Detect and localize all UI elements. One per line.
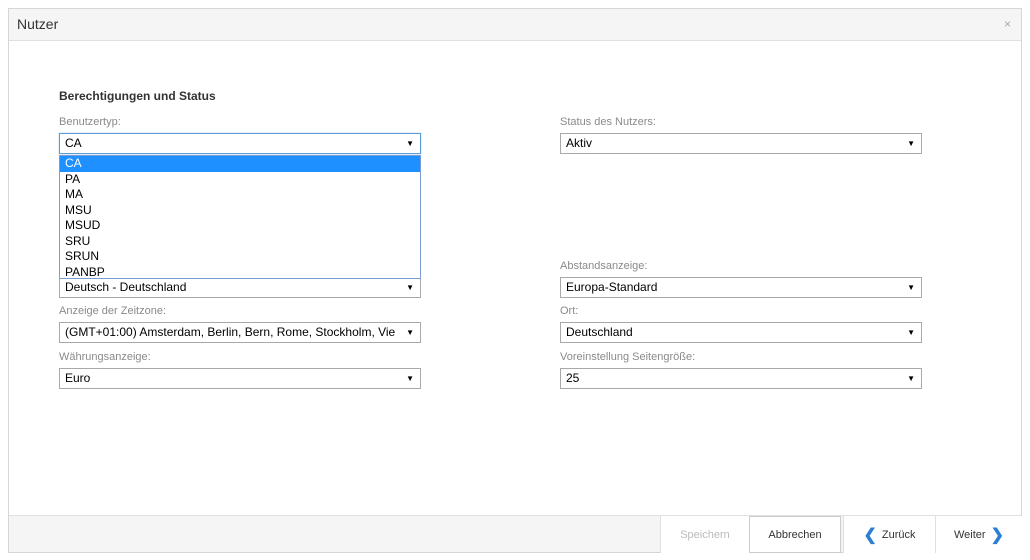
abstand-label: Abstandsanzeige: <box>560 260 648 272</box>
dropdown-option[interactable]: SRUN <box>60 249 420 265</box>
sprache-value: Deutsch - Deutschland <box>65 280 187 294</box>
dropdown-option[interactable]: PANBP <box>60 265 420 281</box>
zeitzone-select[interactable]: (GMT+01:00) Amsterdam, Berlin, Bern, Rom… <box>59 322 421 343</box>
zeitzone-label: Anzeige der Zeitzone: <box>59 305 167 317</box>
dropdown-arrow-icon: ▼ <box>406 374 414 383</box>
benutzertyp-select[interactable]: CA ▼ <box>59 133 421 154</box>
dropdown-arrow-icon: ▼ <box>406 328 414 337</box>
next-button[interactable]: Weiter ❯ <box>935 516 1022 553</box>
dropdown-option[interactable]: MSU <box>60 203 420 219</box>
dropdown-arrow-icon: ▼ <box>907 328 915 337</box>
save-button-label: Speichern <box>680 528 730 541</box>
dropdown-option[interactable]: SRU <box>60 234 420 250</box>
dialog-title: Nutzer <box>17 16 59 32</box>
status-select[interactable]: Aktiv ▼ <box>560 133 922 154</box>
save-button[interactable]: Speichern <box>660 516 749 553</box>
sprache-select[interactable]: Deutsch - Deutschland ▼ <box>59 277 421 298</box>
section-title: Berechtigungen und Status <box>59 89 216 103</box>
dropdown-arrow-icon: ▼ <box>907 283 915 292</box>
seitengroesse-value: 25 <box>566 371 580 385</box>
chevron-left-icon: ❮ <box>863 526 877 544</box>
benutzertyp-label: Benutzertyp: <box>59 116 121 128</box>
dropdown-arrow-icon: ▼ <box>406 283 414 292</box>
dropdown-arrow-icon: ▼ <box>907 139 915 148</box>
dialog-titlebar: Nutzer × <box>9 9 1021 41</box>
benutzertyp-value: CA <box>65 136 82 150</box>
user-dialog: Nutzer × Berechtigungen und Status Benut… <box>8 8 1022 553</box>
cancel-button[interactable]: Abbrechen <box>749 516 841 553</box>
seitengroesse-label: Voreinstellung Seitengröße: <box>560 351 696 363</box>
dropdown-arrow-icon: ▼ <box>406 139 414 148</box>
close-icon[interactable]: × <box>1004 17 1011 31</box>
waehrung-label: Währungsanzeige: <box>59 351 151 363</box>
dropdown-option[interactable]: CA <box>60 156 420 172</box>
dropdown-arrow-icon: ▼ <box>907 374 915 383</box>
ort-value: Deutschland <box>566 325 633 339</box>
dropdown-option[interactable]: PA <box>60 172 420 188</box>
ort-label: Ort: <box>560 305 579 317</box>
dropdown-option[interactable]: MA <box>60 187 420 203</box>
benutzertyp-dropdown-list[interactable]: CA PA MA MSU MSUD SRU SRUN PANBP <box>59 155 421 279</box>
back-button-label: Zurück <box>881 528 916 541</box>
zeitzone-value: (GMT+01:00) Amsterdam, Berlin, Bern, Rom… <box>65 325 396 339</box>
abstand-value: Europa-Standard <box>566 280 658 294</box>
dialog-footer: Speichern Abbrechen ❮ Zurück Weiter ❯ <box>9 515 1022 553</box>
ort-select[interactable]: Deutschland ▼ <box>560 322 922 343</box>
chevron-right-icon: ❯ <box>990 526 1004 544</box>
back-button[interactable]: ❮ Zurück <box>843 516 935 553</box>
status-value: Aktiv <box>566 136 593 150</box>
cancel-button-label: Abbrechen <box>768 528 822 541</box>
next-button-label: Weiter <box>954 528 986 541</box>
status-label: Status des Nutzers: <box>560 116 656 128</box>
dropdown-option[interactable]: MSUD <box>60 218 420 234</box>
waehrung-select[interactable]: Euro ▼ <box>59 368 421 389</box>
waehrung-value: Euro <box>65 371 91 385</box>
abstand-select[interactable]: Europa-Standard ▼ <box>560 277 922 298</box>
seitengroesse-select[interactable]: 25 ▼ <box>560 368 922 389</box>
